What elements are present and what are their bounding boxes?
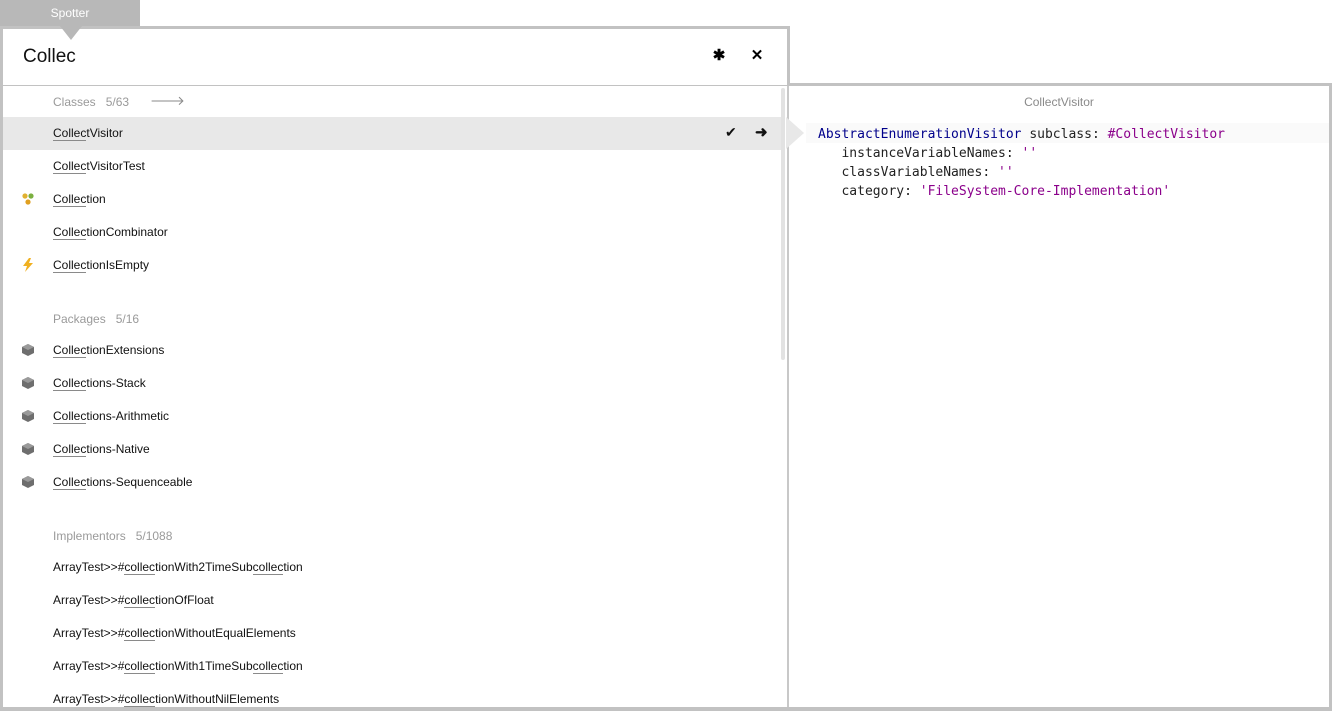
result-row-implementor[interactable]: ArrayTest>>#collectionWithoutEqualElemen… <box>3 617 781 650</box>
bottom-border <box>0 707 1332 711</box>
string-token: '' <box>998 165 1014 180</box>
result-row-collectvisitortest[interactable]: CollectVisitorTest <box>3 150 781 183</box>
result-label: ArrayTest>>#collectionOfFloat <box>53 593 214 608</box>
result-row-implementor[interactable]: ArrayTest>>#collectionWith1TimeSubcollec… <box>3 650 781 683</box>
result-label: CollectVisitorTest <box>53 159 145 174</box>
result-label: Collections-Sequenceable <box>53 475 193 490</box>
results-scrollbar[interactable] <box>781 88 785 360</box>
keyword-token: instanceVariableNames: <box>818 146 1022 161</box>
category-label: Implementors <box>53 529 126 543</box>
package-icon <box>22 410 34 422</box>
preview-title: CollectVisitor <box>1024 95 1094 109</box>
result-label: ArrayTest>>#collectionWith1TimeSubcollec… <box>53 659 303 674</box>
result-row-package[interactable]: Collections-Arithmetic <box>3 400 781 433</box>
package-icon <box>22 443 34 455</box>
result-label: ArrayTest>>#collectionWith2TimeSubcollec… <box>53 560 303 575</box>
package-icon <box>22 344 34 356</box>
trait-dots-icon <box>22 193 34 205</box>
class-definition-code[interactable]: AbstractEnumerationVisitor subclass: #Co… <box>818 125 1225 201</box>
spotter-tab: Spotter <box>0 0 140 26</box>
lightning-icon <box>23 258 33 272</box>
results-list: Classes 5/63 🡒 CollectVisitor ✔ ➜ Collect… <box>3 87 781 707</box>
keyword-token: classVariableNames: <box>818 165 999 180</box>
result-label: ArrayTest>>#collectionWithoutEqualElemen… <box>53 626 296 641</box>
gear-icon[interactable]: ✱ <box>710 47 728 65</box>
result-label: Collections-Stack <box>53 376 146 391</box>
result-row-package[interactable]: Collections-Native <box>3 433 781 466</box>
category-header-implementors[interactable]: Implementors 5/1088 <box>53 529 172 543</box>
keyword-token: subclass: <box>1021 127 1108 142</box>
result-row-package[interactable]: Collections-Stack <box>3 367 781 400</box>
result-row-implementor[interactable]: ArrayTest>>#collectionOfFloat <box>3 584 781 617</box>
check-icon[interactable]: ✔ <box>725 124 737 141</box>
dive-in-arrow-icon[interactable]: 🡒 <box>150 93 185 109</box>
result-label: Collection <box>53 192 106 207</box>
result-row-collectionisempty[interactable]: CollectionIsEmpty <box>3 249 781 282</box>
result-row-collectvisitor[interactable]: CollectVisitor ✔ ➜ <box>3 117 781 150</box>
string-token: 'FileSystem-Core-Implementation' <box>919 184 1171 199</box>
selection-pointer <box>786 117 804 149</box>
result-row-package[interactable]: CollectionExtensions <box>3 334 781 367</box>
package-icon <box>22 377 34 389</box>
result-row-package[interactable]: Collections-Sequenceable <box>3 466 781 499</box>
close-icon[interactable]: ✕ <box>748 47 766 65</box>
category-label: Packages <box>53 312 106 326</box>
superclass-token: AbstractEnumerationVisitor <box>818 127 1022 142</box>
result-label: CollectVisitor <box>53 126 123 141</box>
result-label: CollectionCombinator <box>53 225 168 240</box>
result-label: CollectionExtensions <box>53 343 165 358</box>
category-header-classes[interactable]: Classes 5/63 <box>53 95 129 109</box>
category-count: 5/63 <box>105 95 130 109</box>
package-icon <box>22 476 34 488</box>
panel-divider[interactable] <box>787 86 789 707</box>
result-label: ArrayTest>>#collectionWithoutNilElements <box>53 692 280 707</box>
search-bar: Collec ✱ ✕ <box>3 29 787 86</box>
result-row-collection[interactable]: Collection <box>3 183 781 216</box>
result-label: CollectionIsEmpty <box>53 258 150 273</box>
search-input[interactable]: Collec <box>23 46 76 68</box>
category-count: 5/1088 <box>135 529 173 543</box>
category-count: 5/16 <box>115 312 140 326</box>
arrow-right-icon[interactable]: ➜ <box>755 123 768 141</box>
tab-notch <box>60 26 82 40</box>
result-row-collectioncombinator[interactable]: CollectionCombinator <box>3 216 781 249</box>
result-row-implementor[interactable]: ArrayTest>>#collectionWithoutNilElements <box>3 683 781 707</box>
keyword-token: category: <box>818 184 920 199</box>
result-label: Collections-Arithmetic <box>53 409 170 424</box>
result-label: Collections-Native <box>53 442 150 457</box>
symbol-token: #CollectVisitor <box>1107 127 1225 142</box>
string-token: '' <box>1021 146 1038 161</box>
result-row-implementor[interactable]: ArrayTest>>#collectionWith2TimeSubcollec… <box>3 551 781 584</box>
category-label: Classes <box>53 95 96 109</box>
category-header-packages[interactable]: Packages 5/16 <box>53 312 139 326</box>
